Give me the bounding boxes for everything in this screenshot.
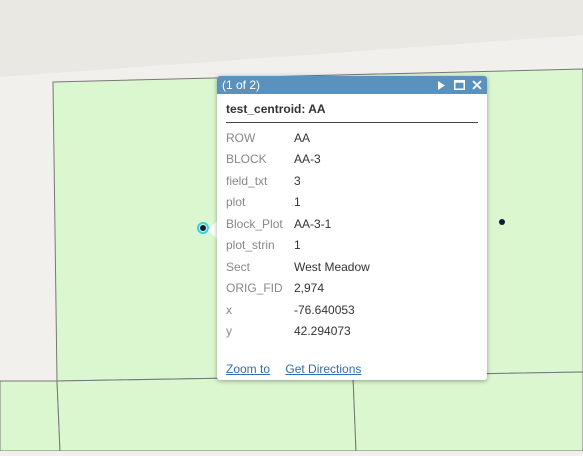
attribute-value: AA-3: [294, 152, 321, 167]
attribute-value: 42.294073: [294, 324, 351, 339]
centroid-point[interactable]: [499, 219, 505, 225]
attribute-table: ROW AA BLOCK AA-3 field_txt 3 plot 1 Block_Plot A…: [226, 127, 370, 342]
parcel-polygon[interactable]: [0, 380, 61, 452]
attribute-key: Block_Plot: [226, 216, 283, 231]
attribute-key: x: [226, 302, 232, 317]
attribute-key: field_txt: [226, 173, 268, 188]
attribute-key: plot: [226, 195, 246, 210]
popup-page-count: (1 of 2): [222, 78, 261, 92]
attribute-key: plot_strin: [226, 238, 275, 253]
attribute-row: plot_strin 1: [226, 235, 370, 257]
attribute-row: x -76.640053: [226, 299, 370, 321]
maximize-icon[interactable]: [453, 79, 465, 91]
get-directions-link[interactable]: Get Directions: [285, 362, 361, 376]
popup-body: test_centroid: AA ROW AA BLOCK AA-3 field_tx…: [217, 94, 487, 342]
attribute-row: plot 1: [226, 192, 370, 214]
close-icon[interactable]: [471, 79, 483, 91]
zoom-to-link[interactable]: Zoom to: [226, 362, 270, 376]
info-popup: (1 of 2) test_centroid: AA ROW AA BLOCK AA-…: [217, 76, 487, 380]
attribute-row: Sect West Meadow: [226, 256, 370, 278]
attribute-value: AA-3-1: [294, 216, 332, 231]
attribute-value: 3: [294, 173, 301, 188]
parcel-polygon[interactable]: [352, 371, 583, 452]
attribute-value: 1: [294, 238, 301, 253]
attribute-row: y 42.294073: [226, 321, 370, 343]
attribute-key: ORIG_FID: [226, 281, 283, 296]
attribute-row: Block_Plot AA-3-1: [226, 213, 370, 235]
attribute-key: BLOCK: [226, 152, 267, 167]
popup-actions: Zoom to Get Directions: [226, 362, 373, 376]
attribute-value: West Meadow: [294, 259, 370, 274]
attribute-row: ORIG_FID 2,974: [226, 278, 370, 300]
next-icon[interactable]: [435, 79, 447, 91]
attribute-value: 1: [294, 195, 301, 210]
attribute-row: BLOCK AA-3: [226, 149, 370, 171]
attribute-row: field_txt 3: [226, 170, 370, 192]
attribute-key: Sect: [226, 259, 251, 274]
attribute-value: 2,974: [294, 281, 325, 296]
attribute-row: ROW AA: [226, 127, 370, 149]
attribute-value: -76.640053: [294, 302, 355, 317]
parcel-polygon[interactable]: [56, 375, 357, 452]
attribute-value: AA: [294, 130, 311, 145]
selected-centroid-point[interactable]: [197, 222, 209, 234]
attribute-key: ROW: [226, 130, 256, 145]
popup-header: (1 of 2): [217, 76, 487, 94]
attribute-key: y: [226, 324, 232, 339]
popup-title: test_centroid: AA: [226, 102, 478, 123]
